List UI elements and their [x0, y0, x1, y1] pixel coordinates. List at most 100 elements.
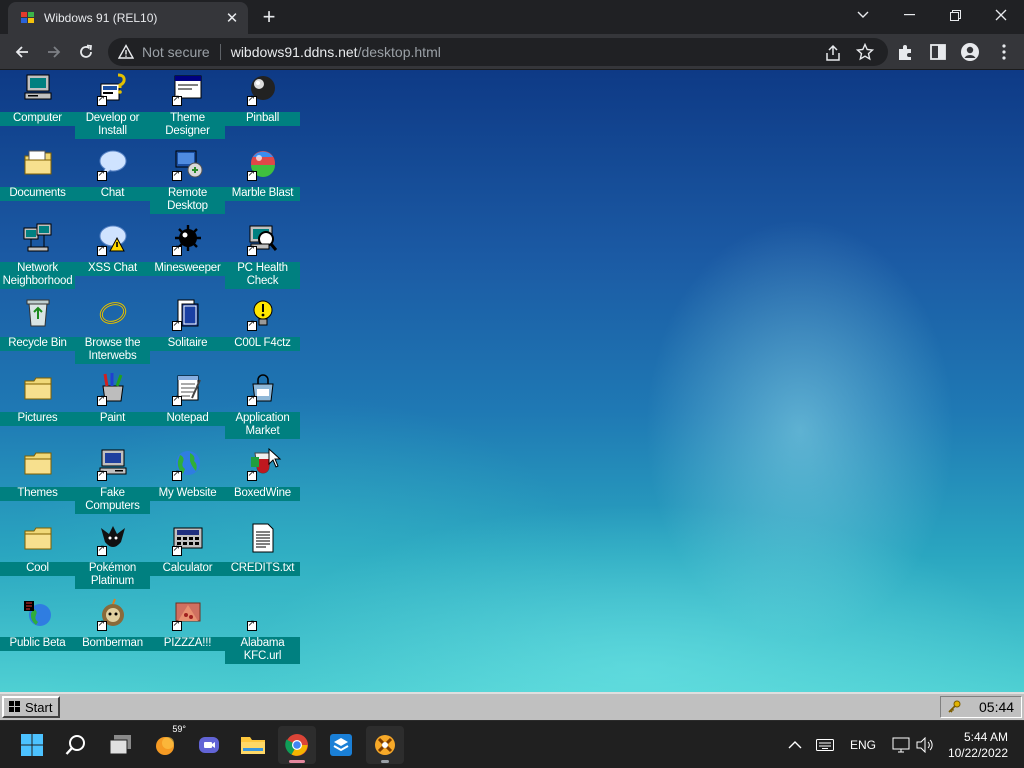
desktop-icon-calculator[interactable]: Calculator [150, 520, 225, 595]
marble-blast-icon [246, 147, 279, 181]
weather-widget-button[interactable]: 59° [146, 724, 186, 764]
desktop-icon-themes-folder[interactable]: Themes [0, 445, 75, 520]
desktop-icon-pc-health-check[interactable]: PC Health Check [225, 220, 300, 295]
recycle-bin-icon [22, 297, 54, 329]
keyboard-icon [816, 739, 834, 751]
desktop-icon-label: Notepad [150, 412, 225, 426]
win91-clock: 05:44 [979, 699, 1015, 715]
forward-button[interactable] [40, 38, 68, 66]
fake-computers-icon [96, 447, 129, 481]
minimize-button[interactable] [886, 0, 932, 30]
wibdows-favicon-icon [21, 12, 34, 23]
language-indicator[interactable]: ENG [850, 721, 876, 768]
desktop-icon-label: Pokémon Platinum [75, 562, 150, 589]
shortcut-arrow-icon [96, 169, 107, 181]
desktop-icon-label: Network Neighborhood [0, 262, 75, 289]
back-button[interactable] [8, 38, 36, 66]
desktop-icon-pokemon[interactable]: Pokémon Platinum [75, 520, 150, 595]
documents-folder-icon [22, 147, 54, 179]
tab-search-button[interactable] [840, 0, 886, 30]
desktop-icon-browser[interactable]: Browse the Interwebs [75, 295, 150, 370]
develop-install-icon [96, 72, 129, 106]
shortcut-arrow-icon [96, 244, 107, 256]
browser-tab[interactable]: Wibdows 91 (REL10) ✕ [8, 2, 248, 34]
computer-icon [22, 72, 54, 104]
desktop-icon-globe[interactable]: My Website [150, 445, 225, 520]
desktop-icon-fake-computers[interactable]: Fake Computers [75, 445, 150, 520]
reload-button[interactable] [72, 38, 100, 66]
network-status-button[interactable] [892, 721, 910, 768]
desktop-icon-pictures-folder[interactable]: Pictures [0, 370, 75, 445]
desktop-icon-grid: ComputerDevelop or InstallTheme Designer… [0, 70, 300, 670]
show-hidden-icons-button[interactable] [788, 721, 802, 768]
desktop-icon-marble-blast[interactable]: Marble Blast [225, 145, 300, 220]
window-close-button[interactable] [978, 0, 1024, 30]
kebab-menu-icon[interactable] [994, 42, 1014, 62]
extensions-puzzle-icon[interactable] [896, 42, 916, 62]
desktop-icon-boxedwine[interactable]: BoxedWine [225, 445, 300, 520]
desktop-icon-cool-folder[interactable]: Cool [0, 520, 75, 595]
desktop-icon-chat-bubble[interactable]: Chat [75, 145, 150, 220]
desktop-icon-paint[interactable]: Paint [75, 370, 150, 445]
browser-icon [97, 297, 129, 329]
win91-desktop[interactable]: ComputerDevelop or InstallTheme Designer… [0, 70, 1024, 692]
desktop-icon-label: My Website [150, 487, 225, 501]
tab-title: Wibdows 91 (REL10) [44, 11, 158, 25]
shortcut-arrow-icon [246, 469, 257, 481]
security-status[interactable]: Not secure [142, 44, 210, 60]
teams-chat-button[interactable] [190, 726, 228, 764]
app-taskbar-button[interactable] [322, 726, 360, 764]
restore-button[interactable] [932, 0, 978, 30]
keyboard-indicator[interactable] [816, 721, 834, 768]
desktop-icon-solitaire[interactable]: Solitaire [150, 295, 225, 370]
desktop-icon-theme-designer[interactable]: Theme Designer [150, 70, 225, 145]
url-shortcut-icon [246, 597, 279, 631]
desktop-icon-bomberman[interactable]: Bomberman [75, 595, 150, 670]
desktop-icon-cool-facts[interactable]: C00L F4ctz [225, 295, 300, 370]
url-path: /desktop.html [357, 44, 441, 60]
desktop-icon-develop-install[interactable]: Develop or Install [75, 70, 150, 145]
chrome-taskbar-button[interactable] [278, 726, 316, 764]
desktop-icon-pinball[interactable]: Pinball [225, 70, 300, 145]
hub-taskbar-button[interactable] [366, 726, 404, 764]
desktop-icon-documents-folder[interactable]: Documents [0, 145, 75, 220]
xss-chat-icon [96, 222, 129, 256]
desktop-icon-notepad[interactable]: Notepad [150, 370, 225, 445]
desktop-icon-remote-desktop[interactable]: Remote Desktop [150, 145, 225, 220]
desktop-icon-pizza[interactable]: PIZZZA!!! [150, 595, 225, 670]
task-view-button[interactable] [102, 726, 140, 764]
desktop-icon-minesweeper[interactable]: Minesweeper [150, 220, 225, 295]
start-label: Start [25, 699, 53, 715]
system-clock[interactable]: 5:44 AM 10/22/2022 [948, 729, 1008, 761]
desktop-icon-xss-chat[interactable]: XSS Chat [75, 220, 150, 295]
desktop-icon-label: Pictures [0, 412, 75, 426]
profile-avatar-icon[interactable] [960, 42, 980, 62]
desktop-icon-computer[interactable]: Computer [0, 70, 75, 145]
desktop-icon-application-market[interactable]: Application Market [225, 370, 300, 445]
desktop-icon-label: Remote Desktop [150, 187, 225, 214]
desktop-icon-text-file[interactable]: CREDITS.txt [225, 520, 300, 595]
start-button[interactable]: Start [2, 696, 60, 718]
side-panel-icon[interactable] [928, 42, 948, 62]
volume-button[interactable] [916, 721, 934, 768]
search-button[interactable] [57, 726, 95, 764]
file-explorer-button[interactable] [234, 726, 272, 764]
task-view-icon [109, 735, 131, 755]
key-icon[interactable] [947, 700, 961, 714]
shortcut-arrow-icon [96, 544, 107, 556]
desktop-icon-recycle-bin[interactable]: Recycle Bin [0, 295, 75, 370]
desktop-icon-url-shortcut[interactable]: Alabama KFC.url [225, 595, 300, 670]
desktop-icon-public-beta[interactable]: Public Beta [0, 595, 75, 670]
desktop-icon-network-neighborhood[interactable]: Network Neighborhood [0, 220, 75, 295]
address-bar[interactable]: Not secure wibdows91.ddns.net/desktop.ht… [108, 38, 888, 66]
desktop-icon-label: Bomberman [75, 637, 150, 651]
windows-start-button[interactable] [13, 726, 51, 764]
chrome-icon [285, 734, 308, 756]
tab-close-button[interactable]: ✕ [220, 9, 244, 27]
bookmark-star-icon[interactable] [856, 43, 874, 61]
windows-flag-icon [9, 701, 20, 712]
network-monitor-icon [892, 737, 910, 753]
share-icon[interactable] [824, 44, 842, 62]
chevron-down-icon [857, 11, 869, 18]
new-tab-button[interactable]: + [256, 6, 282, 28]
